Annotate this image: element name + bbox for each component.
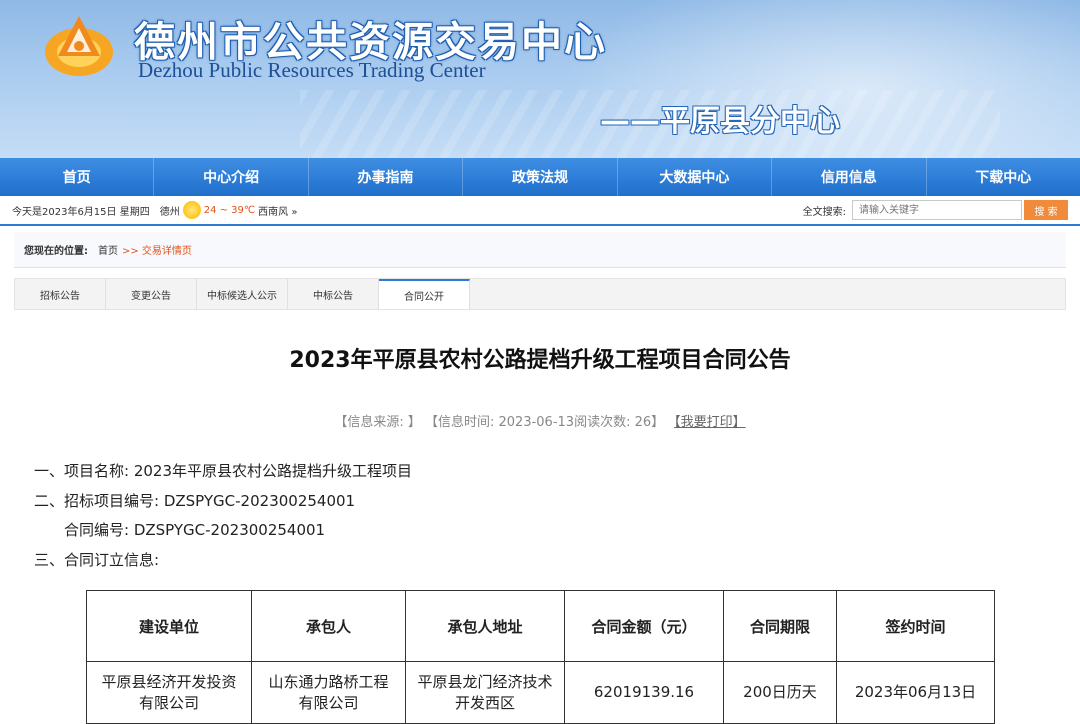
info-bar: 今天是2023年6月15日 星期四 德州 24 ~ 39℃ 西南风 » 全文搜索… (0, 196, 1080, 226)
project-name-line: 一、项目名称: 2023年平原县农村公路提档升级工程项目 (34, 462, 412, 480)
table-cell: 山东通力路桥工程有限公司 (251, 661, 406, 724)
tab-candidate-publicity[interactable]: 中标候选人公示 (197, 279, 288, 309)
subcenter-title: ——平原县分中心 (600, 104, 840, 139)
weather-wind: 西南风 » (258, 206, 298, 218)
table-cell: 平原县经济开发投资有限公司 (86, 661, 252, 724)
table-cell: 平原县龙门经济技术开发西区 (405, 661, 565, 724)
column-header: 建设单位 (86, 590, 252, 662)
contract-table: 建设单位 承包人 承包人地址 合同金额（元） 合同期限 签约时间 平原县经济开发… (86, 590, 995, 724)
search-label: 全文搜索: (802, 206, 846, 218)
tab-award-announcement[interactable]: 中标公告 (288, 279, 379, 309)
article-title: 2023年平原县农村公路提档升级工程项目合同公告 (289, 348, 791, 373)
column-header: 合同期限 (723, 590, 837, 662)
tab-contract-publicity[interactable]: 合同公开 (379, 279, 470, 309)
header-banner: 德州市公共资源交易中心 Dezhou Public Resources Trad… (0, 0, 1080, 158)
table-row: 平原县经济开发投资有限公司 山东通力路桥工程有限公司 平原县龙门经济技术开发西区… (86, 661, 995, 724)
sun-icon (182, 201, 201, 219)
breadcrumb-current: >> 交易详情页 (122, 246, 192, 257)
article-meta-info: 【信息来源: 】 【信息时间: 2023-06-13阅读次数: 26】 (334, 415, 665, 430)
tab-bid-announcement[interactable]: 招标公告 (15, 279, 106, 309)
project-number-line: 二、招标项目编号: DZSPYGC-202300254001 (34, 491, 356, 510)
nav-policy[interactable]: 政策法规 (463, 158, 618, 196)
breadcrumb-home[interactable]: 首页 (98, 242, 118, 257)
current-date: 今天是2023年6月15日 星期四 (12, 206, 150, 218)
breadcrumb: 您现在的位置: 首页 >> 交易详情页 (14, 232, 1066, 268)
table-cell: 62019139.16 (564, 661, 724, 724)
nav-home[interactable]: 首页 (0, 158, 155, 196)
nav-bigdata[interactable]: 大数据中心 (618, 158, 773, 196)
column-header: 承包人地址 (405, 590, 565, 662)
tab-bar: 招标公告 变更公告 中标候选人公示 中标公告 合同公开 (14, 278, 1066, 310)
contract-info-heading: 三、合同订立信息: (34, 550, 160, 569)
table-header-row: 建设单位 承包人 承包人地址 合同金额（元） 合同期限 签约时间 (86, 590, 995, 662)
nav-credit[interactable]: 信用信息 (772, 158, 927, 196)
tab-change-announcement[interactable]: 变更公告 (106, 279, 197, 309)
site-title-english: Dezhou Public Resources Trading Center (138, 58, 486, 82)
article-body: 一、项目名称: 2023年平原县农村公路提档升级工程项目 二、招标项目编号: D… (34, 457, 1080, 575)
main-nav: 首页 中心介绍 办事指南 政策法规 大数据中心 信用信息 下载中心 (0, 158, 1080, 196)
column-header: 承包人 (251, 590, 406, 662)
weather-temp: 24 ~ 39℃ (203, 204, 256, 216)
search-button[interactable]: 搜 索 (1024, 200, 1068, 220)
nav-about[interactable]: 中心介绍 (154, 158, 309, 196)
contract-number-line: 合同编号: DZSPYGC-202300254001 (64, 521, 326, 539)
weather-city: 德州 (159, 206, 180, 218)
column-header: 签约时间 (836, 590, 995, 662)
breadcrumb-label: 您现在的位置: (24, 246, 88, 257)
nav-download[interactable]: 下载中心 (927, 158, 1080, 196)
print-link[interactable]: 【我要打印】 (674, 415, 746, 430)
column-header: 合同金额（元） (564, 590, 724, 662)
table-cell: 2023年06月13日 (836, 661, 995, 724)
table-cell: 200日历天 (723, 661, 837, 724)
nav-guide[interactable]: 办事指南 (309, 158, 464, 196)
article-meta: 【信息来源: 】 【信息时间: 2023-06-13阅读次数: 26】 【我要打印… (0, 411, 1080, 430)
search-input[interactable] (852, 200, 1022, 220)
logo-icon (45, 16, 113, 76)
